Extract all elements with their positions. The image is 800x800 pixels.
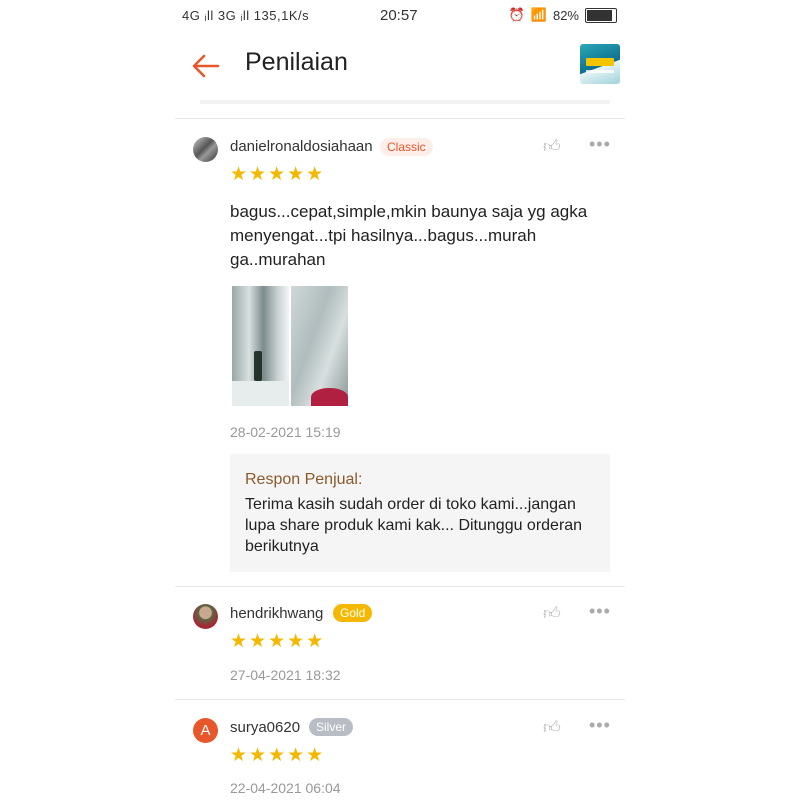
alarm-icon: ⏰ [508,7,525,22]
review-date: 28-02-2021 15:19 [230,424,341,440]
review-username: danielronaldosiahaan [230,138,373,155]
member-badge: Silver [309,718,354,736]
back-arrow-icon[interactable] [190,50,222,82]
divider [175,118,625,119]
review-username: hendrikhwang [230,605,324,622]
avatar[interactable]: A [193,718,218,743]
review-date: 22-04-2021 06:04 [230,780,341,796]
review-username: surya0620 [230,719,301,736]
product-thumbnail[interactable] [580,44,620,84]
divider [200,100,610,104]
thumbs-up-icon[interactable]: 👍︎ [543,603,561,624]
more-dots-icon[interactable]: ••• [589,715,611,736]
thumbs-up-icon[interactable]: 👍︎ [543,717,561,738]
star-rating: ★★★★★ [230,164,326,185]
more-dots-icon[interactable]: ••• [589,134,611,155]
review-photo[interactable] [232,286,289,406]
seller-response: Respon Penjual: Terima kasih sudah order… [230,454,610,572]
app-header: Penilaian [175,32,625,102]
divider [175,699,625,700]
wifi-icon: 📶 [530,7,547,22]
member-badge: Gold [333,604,373,622]
divider [175,586,625,587]
review-photo[interactable] [291,286,348,406]
screen: 4G ᵢll 3G ᵢll 135,1K/s 20:57 ⏰ 📶 82% Pen… [175,0,625,800]
battery-icon [585,7,617,23]
seller-response-label: Respon Penjual: [245,471,363,488]
avatar[interactable] [193,604,218,629]
star-rating: ★★★★★ [230,631,326,652]
clock: 20:57 [380,7,418,24]
member-badge: Classic [380,138,433,156]
battery-percent: 82% [552,7,579,23]
review-date: 27-04-2021 18:32 [230,667,341,683]
avatar[interactable] [193,137,218,162]
more-dots-icon[interactable]: ••• [589,601,611,622]
status-bar: 4G ᵢll 3G ᵢll 135,1K/s 20:57 ⏰ 📶 82% [175,0,625,32]
network-signal: 4G ᵢll 3G ᵢll 135,1K/s [182,8,310,23]
page-title: Penilaian [245,48,348,76]
review-text: bagus...cepat,simple,mkin baunya saja yg… [230,202,588,269]
star-rating: ★★★★★ [230,745,326,766]
thumbs-up-icon[interactable]: 👍︎ [543,136,561,157]
seller-response-text: Terima kasih sudah order di toko kami...… [245,496,583,555]
